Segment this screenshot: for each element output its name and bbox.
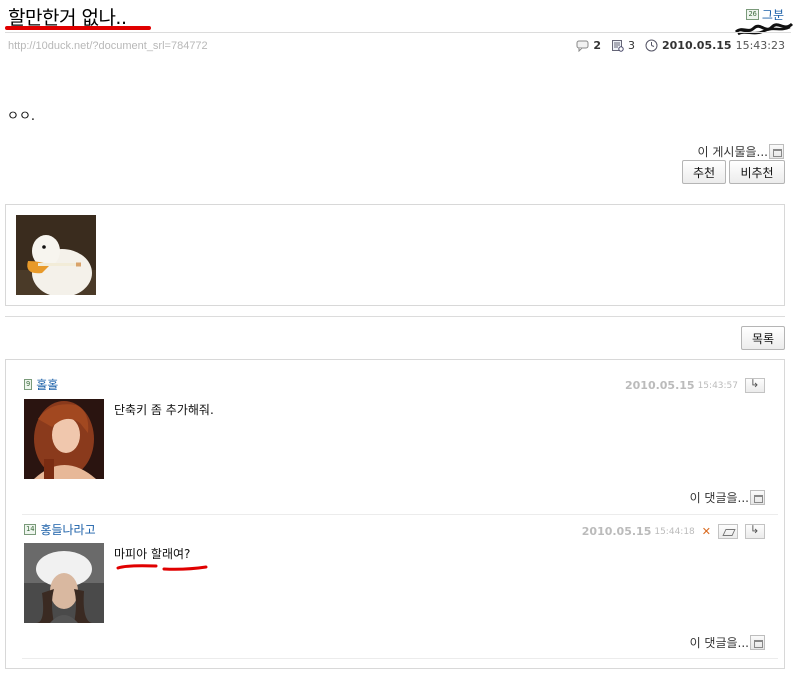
level-icon: 14 <box>24 524 37 535</box>
comment-meta: 2010.05.15 15:44:18 ✕ <box>581 523 765 539</box>
comment-tools-label[interactable]: 이 댓글을... <box>690 634 749 651</box>
list-button[interactable]: 목록 <box>741 326 785 350</box>
comment-author-name[interactable]: 홀홀 <box>36 376 58 393</box>
comment-author[interactable]: 9 홀홀 <box>24 376 58 393</box>
comment-date: 2010.05.15 <box>581 525 652 538</box>
comment-time: 15:44:18 <box>654 526 695 537</box>
comment-tools-label[interactable]: 이 댓글을... <box>690 489 749 506</box>
edit-icon[interactable] <box>718 524 738 539</box>
comment-author-name[interactable]: 홍들나라고 <box>40 521 95 538</box>
author-profile-box <box>5 204 785 306</box>
comment-list: 9 홀홀 2010.05.15 15:43:57 단축키 좀 추가해줘. 이 댓… <box>5 359 785 669</box>
clock-icon <box>645 39 658 52</box>
unrecommend-button[interactable]: 비추천 <box>729 160 785 184</box>
delete-icon[interactable]: ✕ <box>702 525 711 538</box>
comment-count: 2 <box>593 39 601 52</box>
popup-menu-icon[interactable] <box>750 635 765 650</box>
comment-divider <box>22 514 778 515</box>
comment-time: 15:43:57 <box>697 380 738 391</box>
author-scribble-mark <box>734 22 794 36</box>
post-time: 15:43:23 <box>735 39 785 52</box>
reply-icon[interactable] <box>745 523 765 539</box>
comment-red-underline <box>116 564 208 571</box>
header-divider <box>5 32 791 33</box>
comment-text: 단축키 좀 추가해줘. <box>114 403 214 417</box>
comment-avatar <box>24 399 104 479</box>
author-profile-image <box>16 215 96 295</box>
comment-icon <box>576 40 589 52</box>
recommend-button[interactable]: 추천 <box>682 160 726 184</box>
comment-avatar <box>24 543 104 623</box>
post-body: ㅇㅇ. <box>7 109 36 124</box>
comment-date: 2010.05.15 <box>624 379 695 392</box>
read-icon <box>612 40 624 52</box>
level-icon: 9 <box>24 379 33 390</box>
comment-meta: 2010.05.15 15:43:57 <box>624 377 765 393</box>
comment-tools-menu[interactable]: 이 댓글을... <box>690 634 765 651</box>
post-meta: 2 3 2010.05.15 15:43:23 <box>576 39 785 52</box>
popup-menu-icon[interactable] <box>769 144 784 159</box>
comment-author[interactable]: 14 홍들나라고 <box>24 521 96 538</box>
comment-divider <box>22 658 778 659</box>
title-red-underline <box>5 26 151 30</box>
post-date: 2010.05.15 <box>662 39 732 52</box>
popup-menu-icon[interactable] <box>750 490 765 505</box>
comment-text: 마피아 할래여? <box>114 547 191 561</box>
section-divider <box>5 316 785 317</box>
post-tools-label[interactable]: 이 게시물을... <box>698 143 768 160</box>
comment-tools-menu[interactable]: 이 댓글을... <box>690 489 765 506</box>
read-count: 3 <box>628 39 635 52</box>
post-tools-menu[interactable]: 이 게시물을... <box>698 143 784 160</box>
reply-icon[interactable] <box>745 377 765 393</box>
document-url[interactable]: http://10duck.net/?document_srl=784772 <box>8 40 208 52</box>
